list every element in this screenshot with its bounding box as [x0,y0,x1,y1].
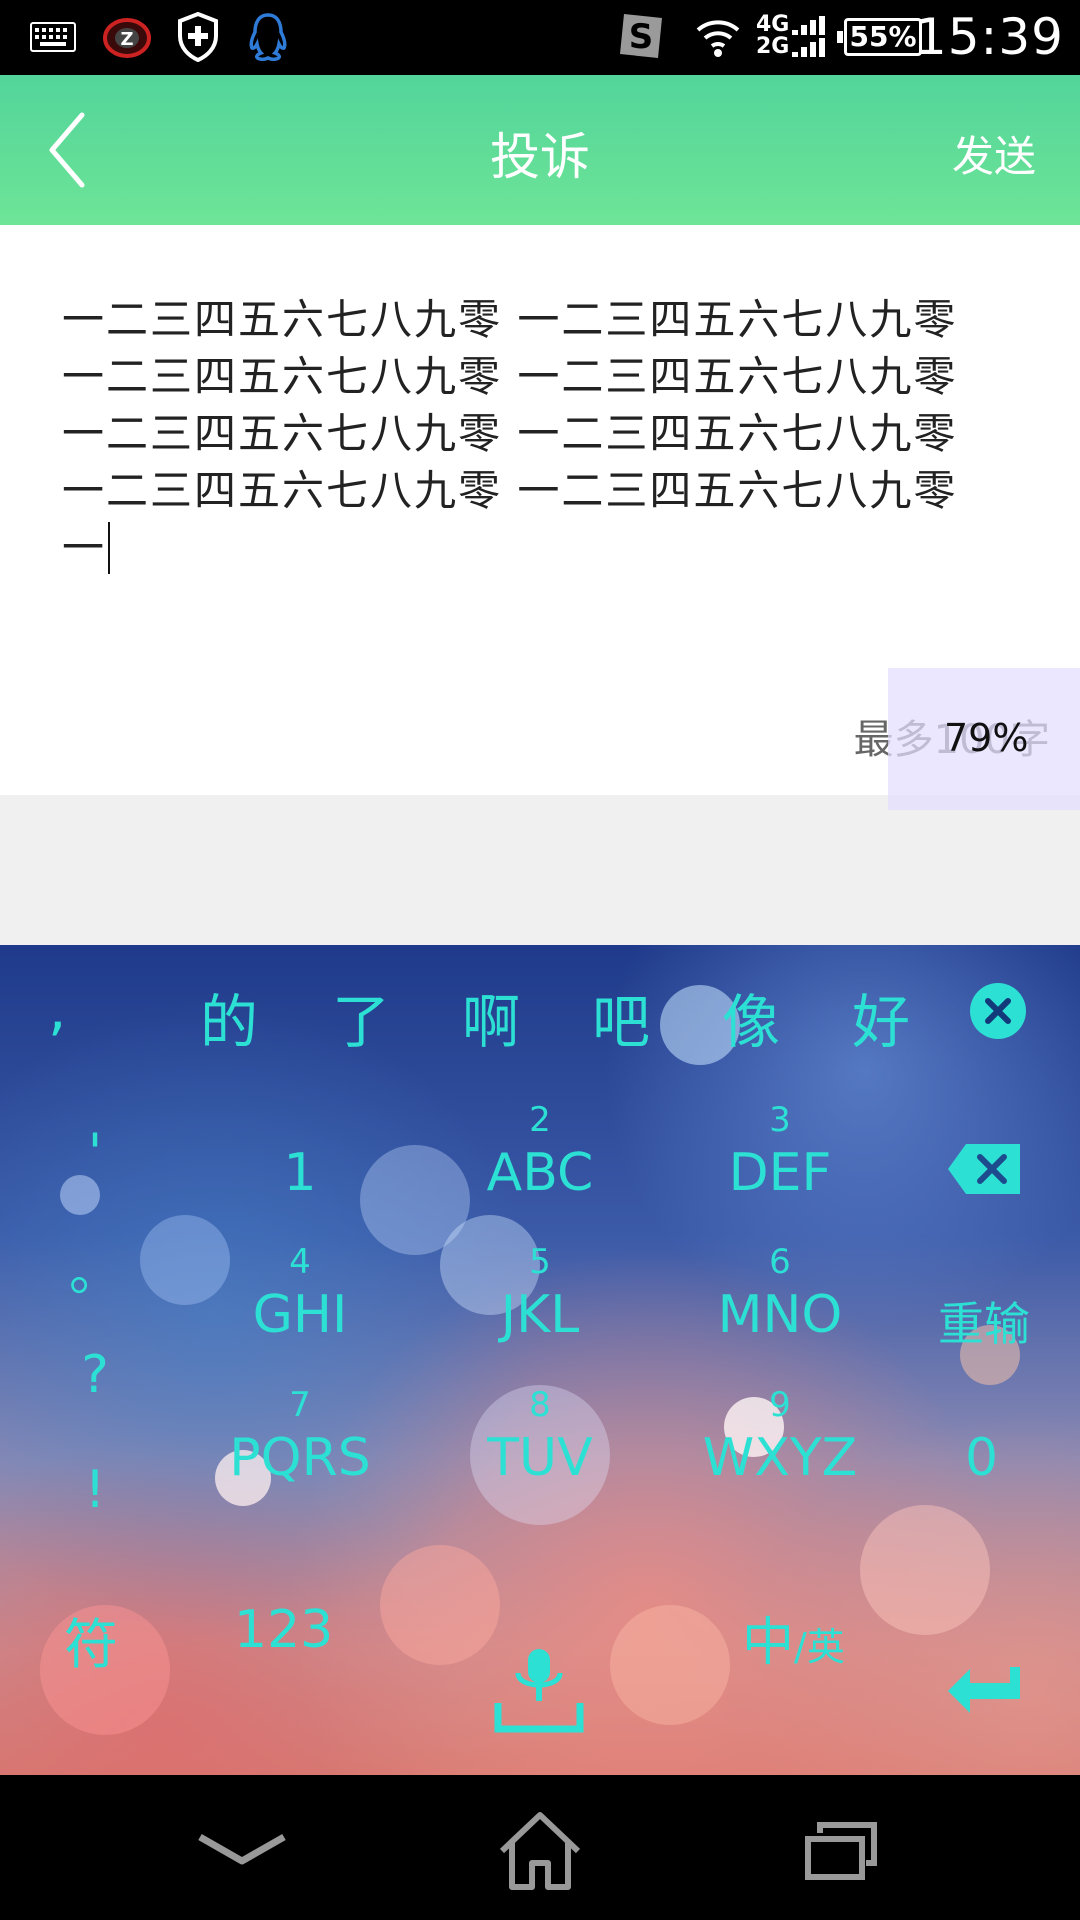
complaint-textarea[interactable]: 一二三四五六七八九零 一二三四五六七八九零 一二三四五六七八九零 一二三四五六七… [62,291,992,576]
lang-english: /英 [794,1625,845,1669]
status-bar: Z S 4G 2G 55% 15:39 [0,0,1080,75]
wifi-icon [696,20,740,57]
key-label: DEF [728,1143,832,1203]
candidate-word[interactable]: 吧 [592,975,650,1059]
bokeh-light [610,1605,730,1725]
clock: 15:39 [914,8,1064,66]
key-label: MNO [717,1285,843,1345]
symbol-key-apostrophe[interactable]: ' [60,1123,130,1183]
candidate-word[interactable]: 了 [332,975,390,1059]
key-label: JKL [500,1285,580,1345]
keyboard-icon [30,22,76,52]
key-number: 3 [769,1100,791,1140]
zoom-level: 79% [944,716,1029,760]
key-number: 5 [529,1242,551,1282]
retype-button[interactable]: 重输 [938,1288,1030,1354]
key-number: 2 [529,1100,551,1140]
key-number: 8 [529,1385,551,1425]
input-keyboard: , 的 了 啊 吧 像 好 ' 。 ? ! 1 2 ABC 3 DEF 4 GH… [0,945,1080,1775]
key-label: ABC [486,1143,594,1203]
key-number: 7 [289,1385,311,1425]
page-title: 投诉 [490,128,590,186]
signal-icon [792,16,825,57]
battery-icon: 55% [837,18,922,56]
text-cursor [108,522,111,574]
key-label: GHI [252,1285,348,1345]
lang-chinese: 中 [742,1613,795,1673]
close-icon [985,998,1011,1024]
enter-icon [948,1667,1020,1713]
key-label: 1 [283,1143,317,1203]
candidate-word[interactable]: 的 [200,975,258,1059]
candidate-word[interactable]: 好 [852,975,910,1059]
microphone-icon [494,1649,584,1733]
candidate-word[interactable]: 啊 [462,975,520,1059]
key-number: 6 [769,1242,791,1282]
backspace-icon [948,1144,1020,1194]
backspace-button[interactable] [946,1142,1022,1196]
complaint-text: 一二三四五六七八九零 一二三四五六七八九零 一二三四五六七八九零 一二三四五六七… [62,295,958,572]
key-label: TUV [487,1428,593,1488]
candidate-word[interactable]: , [48,975,66,1043]
svg-text:Z: Z [120,29,133,50]
candidate-word[interactable]: 像 [722,975,780,1059]
screen: Z S 4G 2G 55% 15:39 投诉 发送 一二三四五六七八九零 一二三… [0,0,1080,1920]
network-type: 4G 2G [756,12,790,59]
key-0[interactable]: 0 [965,1428,998,1488]
recent-apps-icon[interactable] [804,1821,878,1881]
numbers-button[interactable]: 123 [234,1600,333,1660]
symbol-key-question[interactable]: ? [60,1345,130,1405]
send-button[interactable]: 发送 [952,123,1036,184]
sogou-icon: S [620,14,662,58]
alarm-icon: Z [103,18,151,58]
key-number: 4 [289,1242,311,1282]
home-icon[interactable] [498,1811,582,1891]
clear-candidates-button[interactable] [970,983,1026,1039]
voice-input-button[interactable] [494,1645,584,1735]
shield-icon [178,12,218,62]
symbols-button[interactable]: 符 [64,1600,118,1679]
enter-button[interactable] [946,1665,1024,1717]
key-label: WXYZ [702,1428,858,1488]
bokeh-light [860,1505,990,1635]
app-header: 投诉 发送 [0,75,1080,225]
symbol-key-period[interactable]: 。 [60,1230,130,1305]
symbol-key-exclamation[interactable]: ! [60,1460,130,1520]
svg-text:S: S [629,17,654,57]
navigation-bar [0,1775,1080,1920]
bokeh-light [380,1545,500,1665]
language-toggle-button[interactable]: 中/英 [742,1600,845,1675]
back-chevron-icon[interactable] [196,1831,288,1871]
key-label: PQRS [229,1428,371,1488]
key-number: 9 [769,1385,791,1425]
qq-icon [249,13,287,62]
